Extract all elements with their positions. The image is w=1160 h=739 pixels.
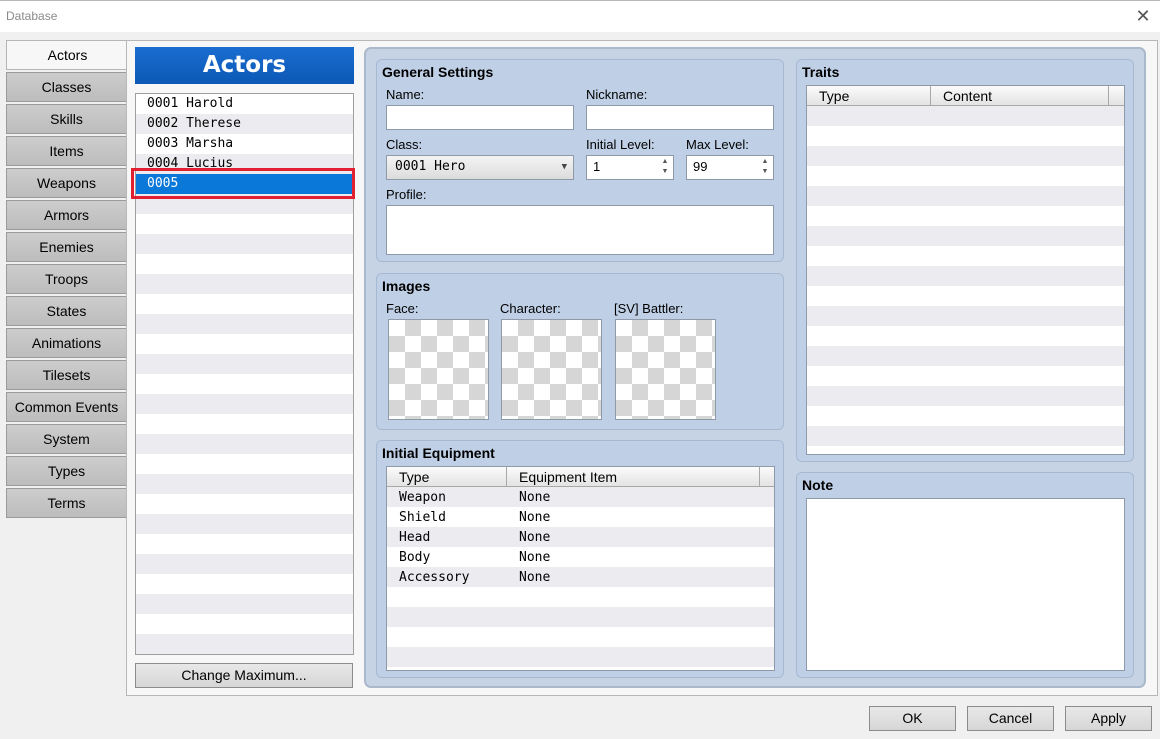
max-level-label: Max Level: xyxy=(686,137,749,152)
equipment-row[interactable]: Shield None xyxy=(387,508,774,528)
tab-classes[interactable]: Classes xyxy=(6,72,127,102)
character-label: Character: xyxy=(500,301,561,316)
chevron-down-icon: ▼ xyxy=(561,162,567,172)
tab-common-events[interactable]: Common Events xyxy=(6,392,127,422)
tab-types[interactable]: Types xyxy=(6,456,127,486)
tab-weapons[interactable]: Weapons xyxy=(6,168,127,198)
name-label: Name: xyxy=(386,87,425,102)
equipment-item: None xyxy=(519,490,551,505)
tab-tilesets[interactable]: Tilesets xyxy=(6,360,127,390)
spin-arrows-icon[interactable]: ▲ ▼ xyxy=(760,157,770,177)
nickname-label: Nickname: xyxy=(586,87,648,102)
class-dropdown-value: 0001 Hero xyxy=(395,159,466,174)
traits-table-header: Type Content xyxy=(807,86,1124,106)
tab-terms[interactable]: Terms xyxy=(6,488,127,518)
close-icon[interactable]: ✕ xyxy=(1132,6,1154,28)
character-image-slot[interactable] xyxy=(501,319,602,420)
initial-level-stepper[interactable]: 1 ▲ ▼ xyxy=(586,155,674,180)
sv-battler-image-slot[interactable] xyxy=(615,319,716,420)
traits-table[interactable]: Type Content xyxy=(806,85,1125,455)
equipment-row[interactable]: Body None xyxy=(387,548,774,568)
category-tabs: Actors Classes Skills Items Weapons Armo… xyxy=(6,40,128,520)
actor-list-item-selected[interactable]: 0005 xyxy=(136,174,353,194)
equipment-type: Accessory xyxy=(399,570,470,585)
cancel-button[interactable]: Cancel xyxy=(967,706,1054,731)
change-maximum-button[interactable]: Change Maximum... xyxy=(135,663,353,688)
equipment-type: Weapon xyxy=(399,490,446,505)
name-field[interactable] xyxy=(386,105,574,130)
profile-label: Profile: xyxy=(386,187,427,202)
tab-animations[interactable]: Animations xyxy=(6,328,127,358)
nickname-field[interactable] xyxy=(586,105,774,130)
column-type-header[interactable]: Type xyxy=(387,467,507,487)
note-textarea[interactable] xyxy=(806,498,1125,671)
note-group: Note xyxy=(796,472,1134,678)
face-image-slot[interactable] xyxy=(388,319,489,420)
column-equipment-item-header[interactable]: Equipment Item xyxy=(507,467,760,487)
max-level-value: 99 xyxy=(693,159,708,174)
traits-group: Traits Type Content xyxy=(796,59,1134,462)
initial-equipment-title: Initial Equipment xyxy=(382,445,495,461)
equipment-table: Type Equipment Item Weapon None Shield Non… xyxy=(386,466,775,671)
tab-items[interactable]: Items xyxy=(6,136,127,166)
face-label: Face: xyxy=(386,301,419,316)
tab-troops[interactable]: Troops xyxy=(6,264,127,294)
column-content-header[interactable]: Content xyxy=(931,86,1109,106)
images-title: Images xyxy=(382,278,431,294)
equipment-item: None xyxy=(519,530,551,545)
general-settings-group: General Settings Name: Nickname: Class: … xyxy=(376,59,784,262)
tab-actors[interactable]: Actors xyxy=(6,40,128,70)
actor-list-item[interactable]: 0002 Therese xyxy=(136,114,353,134)
spin-arrows-icon[interactable]: ▲ ▼ xyxy=(660,157,670,177)
images-group: Images Face: Character: [SV] Battler: xyxy=(376,273,784,430)
actor-list-item[interactable]: 0003 Marsha xyxy=(136,134,353,154)
actor-list[interactable]: 0001 Harold 0002 Therese 0003 Marsha 000… xyxy=(135,93,354,655)
actor-editor: General Settings Name: Nickname: Class: … xyxy=(364,47,1146,688)
profile-textarea[interactable] xyxy=(386,205,774,255)
equipment-table-header: Type Equipment Item xyxy=(387,467,774,487)
sv-battler-label: [SV] Battler: xyxy=(614,301,684,316)
tab-states[interactable]: States xyxy=(6,296,127,326)
tab-system[interactable]: System xyxy=(6,424,127,454)
general-settings-title: General Settings xyxy=(382,64,494,80)
title-bar: Database ✕ xyxy=(0,0,1160,32)
ok-button[interactable]: OK xyxy=(869,706,956,731)
equipment-row[interactable]: Weapon None xyxy=(387,488,774,508)
actor-list-header: Actors xyxy=(135,47,354,84)
tab-enemies[interactable]: Enemies xyxy=(6,232,127,262)
window-title: Database xyxy=(6,9,58,23)
initial-equipment-group: Initial Equipment Type Equipment Item We… xyxy=(376,440,784,678)
equipment-type: Head xyxy=(399,530,431,545)
initial-level-value: 1 xyxy=(593,159,601,174)
apply-button[interactable]: Apply xyxy=(1065,706,1152,731)
tab-armors[interactable]: Armors xyxy=(6,200,127,230)
note-title: Note xyxy=(802,477,834,493)
equipment-row[interactable]: Accessory None xyxy=(387,568,774,588)
equipment-row[interactable]: Head None xyxy=(387,528,774,548)
actor-list-item[interactable]: 0001 Harold xyxy=(136,94,353,114)
class-label: Class: xyxy=(386,137,423,152)
equipment-item: None xyxy=(519,570,551,585)
actor-list-item[interactable]: 0004 Lucius xyxy=(136,154,353,174)
equipment-item: None xyxy=(519,510,551,525)
equipment-type: Body xyxy=(399,550,431,565)
class-dropdown[interactable]: 0001 Hero ▼ xyxy=(386,155,574,180)
max-level-stepper[interactable]: 99 ▲ ▼ xyxy=(686,155,774,180)
equipment-table-body: Weapon None Shield None Head None Body None … xyxy=(387,488,774,588)
initial-level-label: Initial Level: xyxy=(586,137,655,152)
tab-skills[interactable]: Skills xyxy=(6,104,127,134)
equipment-item: None xyxy=(519,550,551,565)
traits-title: Traits xyxy=(802,64,840,80)
column-type-header[interactable]: Type xyxy=(807,86,931,106)
equipment-type: Shield xyxy=(399,510,446,525)
